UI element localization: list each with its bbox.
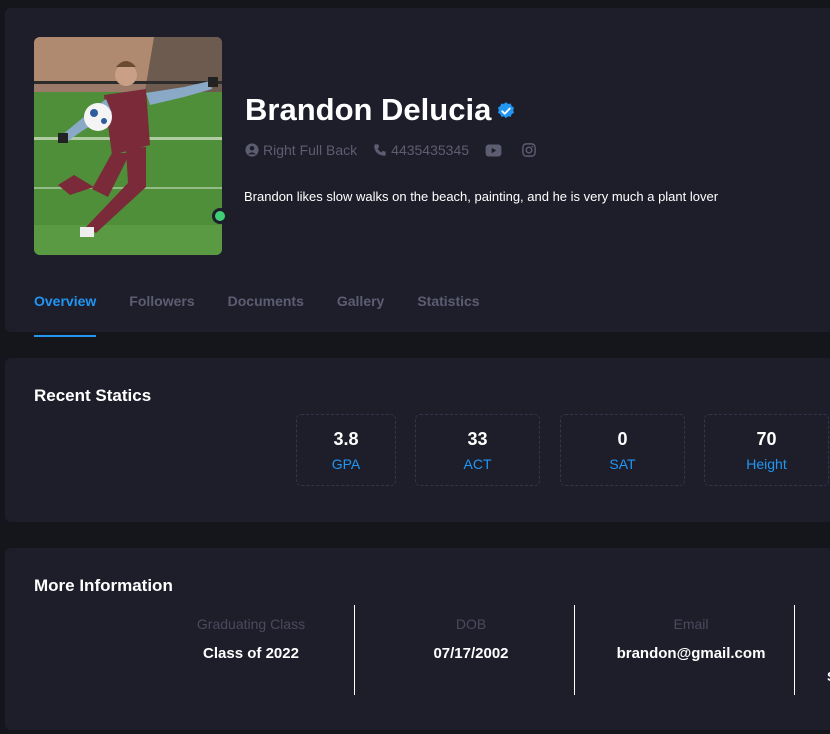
stat-value: 70 [756,429,777,449]
profile-name: Brandon Delucia [245,92,492,127]
online-status-dot [212,208,228,224]
info-label: Graduating Class [196,616,306,632]
recent-stats-title: Recent Statics [34,386,152,405]
stat-value: 0 [617,429,628,449]
position-text: Right Full Back [263,142,358,158]
instagram-icon [522,143,536,157]
phone-meta[interactable]: 4435435345 [373,142,469,158]
stat-sat: 0 SAT [560,414,685,486]
tab-statistics[interactable]: Statistics [417,293,479,329]
stat-gpa: 3.8 GPA [296,414,396,486]
phone-icon [374,144,386,156]
tab-followers[interactable]: Followers [129,293,194,329]
tab-overview[interactable]: Overview [34,293,97,337]
info-email: Email brandon@gmail.com [581,616,801,662]
stat-label: Height [746,456,787,472]
profile-meta: Right Full Back 4435435345 [245,142,556,158]
info-value: 07/17/2002 [433,645,509,662]
info-dob: DOB 07/17/2002 [361,616,581,662]
recent-stats-card: Recent Statics 3.8 GPA 33 ACT 0 SAT 70 H… [5,358,830,522]
avatar-wrap [34,37,228,255]
phone-text: 4435435345 [391,142,470,158]
stat-value: 33 [467,429,488,449]
info-divider [794,605,795,695]
profile-bio: Brandon likes slow walks on the beach, p… [244,189,719,204]
name-row: Brandon Delucia [245,92,516,128]
stat-act: 33 ACT [415,414,540,486]
stat-value: 3.8 [333,429,359,449]
youtube-link[interactable] [485,143,506,157]
position-meta: Right Full Back [245,142,357,158]
tab-gallery[interactable]: Gallery [337,293,384,329]
youtube-icon [485,143,502,157]
more-info-title: More Information [34,576,173,595]
more-info-card: More Information Graduating Class Class … [5,548,830,730]
info-value: Class of 2022 [203,645,299,662]
info-value: brandon@gmail.com [616,645,766,662]
info-label: DOB [455,616,487,632]
info-label: Email [673,616,709,632]
avatar[interactable] [34,37,222,255]
stat-height: 70 Height [704,414,829,486]
profile-tabs: Overview Followers Documents Gallery Sta… [34,293,513,337]
stat-label: SAT [609,456,636,472]
verified-badge-icon [496,101,516,121]
stat-label: GPA [331,456,361,472]
user-circle-icon [245,143,259,157]
stat-label: ACT [463,456,492,472]
info-divider [574,605,575,695]
info-divider [354,605,355,695]
tab-documents[interactable]: Documents [228,293,304,329]
profile-card: Brandon Delucia Right Full Back 44354353… [5,8,830,337]
info-graduating-class: Graduating Class Class of 2022 [141,616,361,662]
instagram-link[interactable] [522,143,540,157]
